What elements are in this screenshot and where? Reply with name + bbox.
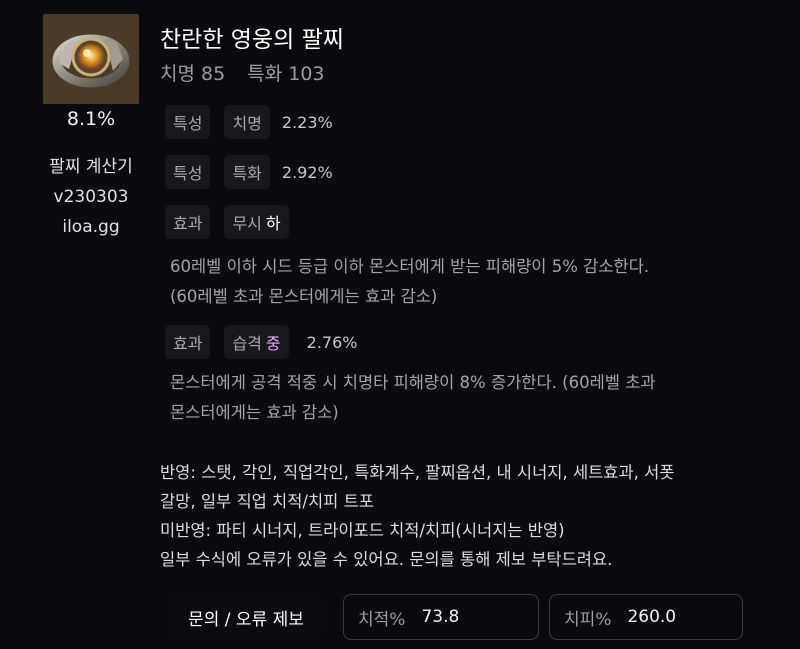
calculation-notes: 반영: 스탯, 각인, 직업각인, 특화계수, 팔찌옵션, 내 시너지, 세트효… [160, 458, 770, 574]
option-value: 2.76% [306, 332, 358, 352]
option-description-line: (60레벨 초과 몬스터에게는 효과 감소) [170, 287, 438, 306]
bracelet-item-image [43, 14, 139, 104]
calculator-version: v230303 [53, 187, 129, 207]
option-description: 몬스터에게 공격 적중 시 치명타 피해량이 8% 증가한다. (60레벨 초과… [170, 368, 656, 428]
option-type-tag: 특성 [165, 155, 211, 189]
crit-rate-label: 치적% [358, 609, 406, 630]
option-grade: 하 [265, 214, 281, 233]
bracelet-percent: 8.1% [66, 108, 116, 130]
crit-rate-value: 73.8 [421, 607, 460, 627]
option-value: 2.23% [281, 112, 333, 132]
option-stat-tag: 습격 중 [224, 325, 289, 359]
option-type-tag: 효과 [165, 205, 211, 239]
option-description-line: 몬스터에게는 효과 감소) [170, 403, 339, 422]
option-stat-tag: 치명 [224, 105, 270, 139]
item-summary: 8.1% 팔찌 계산기 v230303 iloa.gg [40, 14, 142, 242]
option-value: 2.92% [281, 162, 333, 182]
crit-damage-value: 260.0 [627, 607, 677, 627]
crit-damage-input[interactable]: 치피% 260.0 [549, 594, 743, 640]
stat-specialization: 특화 103 [247, 63, 325, 85]
stat-crit: 치명 85 [160, 63, 226, 85]
calculator-info: 팔찌 계산기 v230303 iloa.gg [40, 152, 142, 242]
option-type-tag: 특성 [165, 105, 211, 139]
item-base-stats: 치명 85 특화 103 [160, 59, 325, 86]
option-stat-tag: 특화 [224, 155, 270, 189]
option-stat-tag: 무시 하 [224, 205, 289, 239]
option-description-line: 몬스터에게 공격 적중 시 치명타 피해량이 8% 증가한다. (60레벨 초과 [170, 373, 656, 392]
bracelet-icon [52, 34, 130, 88]
crit-rate-input[interactable]: 치적% 73.8 [343, 594, 539, 640]
note-line: 일부 수식에 오류가 있을 수 있어요. 문의를 통해 제보 부탁드려요. [160, 550, 613, 569]
note-line: 반영: 스탯, 각인, 직업각인, 특화계수, 팔찌옵션, 내 시너지, 세트효… [160, 463, 675, 482]
report-error-button[interactable]: 문의 / 오류 제보 [166, 596, 326, 638]
option-row: 특성 치명 2.23% [165, 105, 333, 139]
option-description: 60레벨 이하 시드 등급 이하 몬스터에게 받는 피해량이 5% 감소한다. … [170, 252, 649, 312]
option-stat-name: 무시 [232, 214, 262, 233]
crit-damage-label: 치피% [564, 609, 612, 630]
option-row: 특성 특화 2.92% [165, 155, 333, 189]
option-stat-name: 습격 [232, 334, 262, 353]
item-name: 찬란한 영웅의 팔찌 [160, 27, 344, 53]
option-row: 효과 습격 중 2.76% [165, 325, 357, 359]
option-description-line: 60레벨 이하 시드 등급 이하 몬스터에게 받는 피해량이 5% 감소한다. [170, 257, 650, 276]
site-name: iloa.gg [62, 217, 120, 237]
option-row: 효과 무시 하 [165, 205, 289, 239]
option-type-tag: 효과 [165, 325, 211, 359]
calculator-name: 팔찌 계산기 [49, 157, 133, 177]
note-line: 미반영: 파티 시너지, 트라이포드 치적/치피(시너지는 반영) [160, 521, 565, 540]
option-grade: 중 [265, 334, 281, 353]
note-line: 갈망, 일부 직업 치적/치피 트포 [160, 492, 374, 511]
